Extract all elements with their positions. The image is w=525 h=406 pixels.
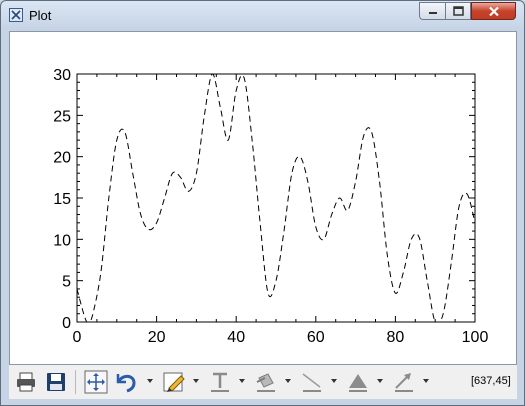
arrow-dropdown[interactable] xyxy=(423,379,429,383)
pencil-button[interactable] xyxy=(161,369,187,395)
text-icon xyxy=(211,372,229,392)
style-dropdown[interactable] xyxy=(285,379,291,383)
y-tick-label: 10 xyxy=(53,232,71,249)
undo-button[interactable] xyxy=(113,369,139,395)
fit-to-window-button[interactable] xyxy=(83,369,109,395)
print-icon xyxy=(17,372,35,392)
maximize-button[interactable] xyxy=(445,2,471,20)
text-dropdown[interactable] xyxy=(239,379,245,383)
plot-area[interactable]: 0 20 40 60 80 100 0 5 10 15 20 25 30 xyxy=(9,31,517,365)
fit-to-window-icon xyxy=(84,370,108,394)
toolbar-separator xyxy=(75,370,76,394)
save-icon xyxy=(47,373,65,391)
y-tick-label: 5 xyxy=(62,274,71,291)
title-bar[interactable]: Plot xyxy=(1,1,524,29)
close-icon xyxy=(488,6,499,16)
pencil-icon xyxy=(163,372,185,392)
save-button[interactable] xyxy=(43,369,69,395)
text-button[interactable] xyxy=(207,369,233,395)
line-chart: 0 20 40 60 80 100 0 5 10 15 20 25 30 xyxy=(53,67,489,346)
x-tick-label: 40 xyxy=(227,329,245,346)
toolbar: [637,45] xyxy=(9,365,517,399)
undo-dropdown[interactable] xyxy=(147,379,153,383)
close-button[interactable] xyxy=(471,2,516,20)
y-tick-label: 30 xyxy=(53,67,71,84)
x-tick-label: 60 xyxy=(307,329,325,346)
print-button[interactable] xyxy=(13,369,39,395)
cursor-coordinates: [637,45] xyxy=(471,375,511,387)
x-tick-label: 100 xyxy=(462,329,489,346)
line-icon xyxy=(302,373,321,392)
x-tick-label: 20 xyxy=(148,329,166,346)
style-button[interactable] xyxy=(253,369,279,395)
arrow-icon xyxy=(395,373,413,392)
line-button[interactable] xyxy=(299,369,325,395)
app-icon xyxy=(9,8,23,22)
fill-button[interactable] xyxy=(345,369,371,395)
fill-dropdown[interactable] xyxy=(377,379,383,383)
maximize-icon xyxy=(452,6,464,16)
series-line xyxy=(77,74,475,322)
y-tick-label: 15 xyxy=(53,191,71,208)
arrow-button[interactable] xyxy=(391,369,417,395)
y-tick-label: 0 xyxy=(62,315,71,332)
undo-icon xyxy=(116,374,136,393)
y-tick-label: 25 xyxy=(53,108,71,125)
window-title: Plot xyxy=(29,8,52,23)
style-icon xyxy=(256,373,275,392)
plot-window: Plot 0 20 40 60 80 100 0 5 10 15 20 25 30 xyxy=(0,0,525,406)
fill-icon xyxy=(349,374,367,392)
pencil-dropdown[interactable] xyxy=(193,379,199,383)
y-tick-label: 20 xyxy=(53,150,71,167)
line-dropdown[interactable] xyxy=(331,379,337,383)
minimize-button[interactable] xyxy=(419,2,445,20)
x-tick-label: 0 xyxy=(73,329,82,346)
x-tick-label: 80 xyxy=(387,329,405,346)
minimize-icon xyxy=(428,12,437,14)
